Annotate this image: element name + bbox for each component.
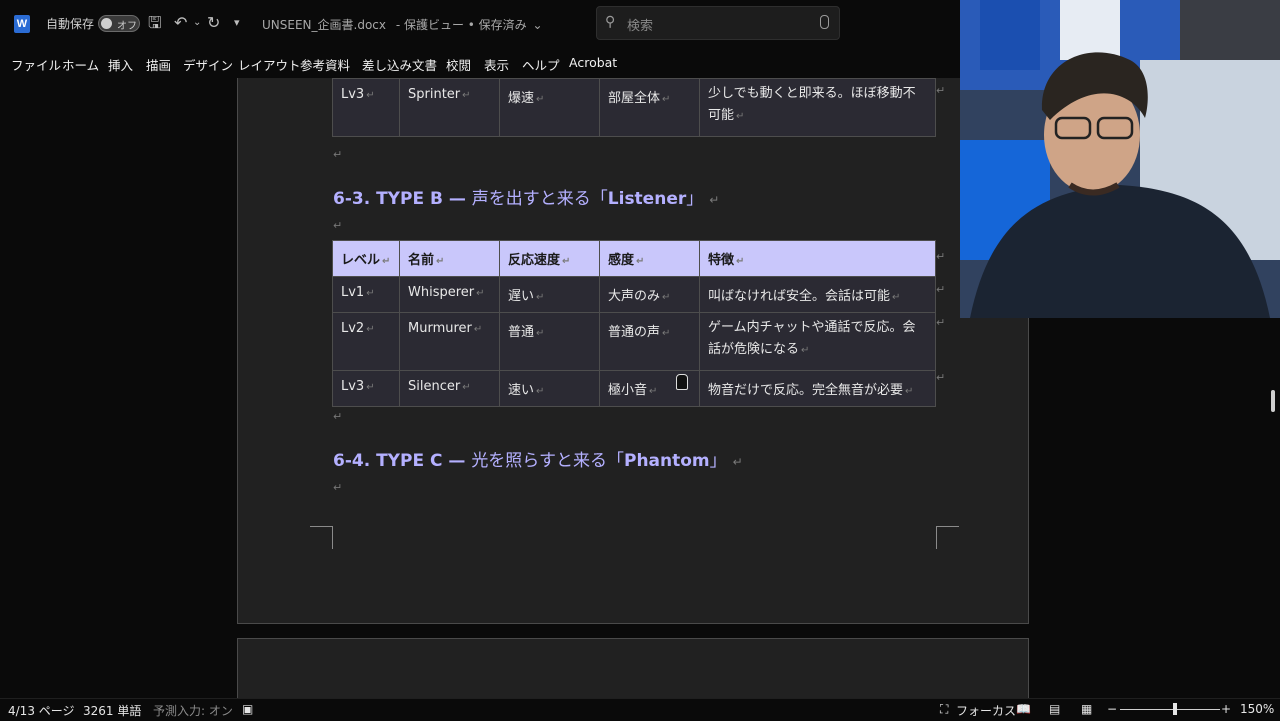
next-document-page[interactable] — [237, 638, 1029, 698]
microphone-icon[interactable] — [820, 15, 829, 29]
focus-icon[interactable]: ⛶ — [940, 702, 948, 717]
status-bar: 4/13 ページ 3261 単語 予測入力: オン ▣ ⛶ フォーカス 📖 ▤ … — [0, 698, 1280, 721]
webcam-overlay — [960, 0, 1280, 318]
zoom-in-icon[interactable]: + — [1221, 702, 1231, 716]
zoom-level[interactable]: 150% — [1240, 702, 1274, 716]
margin-corner-right — [936, 526, 959, 549]
table-cell[interactable]: Lv1 ↵ — [332, 276, 400, 313]
table-header-cell[interactable]: レベル ↵ — [332, 240, 400, 277]
autosave-label: 自動保存 — [46, 17, 95, 31]
section-heading-type-b[interactable]: 6-3. TYPE B — 声を出すと来る「Listener」 ↵ — [333, 184, 719, 209]
table-header-cell[interactable]: 感度 ↵ — [599, 240, 700, 277]
row-end-mark: ↵ — [936, 283, 946, 296]
table-cell[interactable]: 物音だけで反応。完全無音が必要 ↵ — [699, 370, 936, 407]
web-layout-icon[interactable]: ▦ — [1081, 702, 1092, 716]
tab-references[interactable]: 参考資料 — [300, 55, 350, 74]
focus-mode-button[interactable]: フォーカス — [956, 702, 1016, 719]
tab-file[interactable]: ファイル — [11, 55, 61, 74]
row-end-mark: ↵ — [936, 84, 946, 97]
table-cell[interactable]: Silencer ↵ — [399, 370, 500, 407]
table-cell[interactable]: Murmurer ↵ — [399, 312, 500, 371]
table-cell[interactable]: 大声のみ ↵ — [599, 276, 700, 313]
table-cell[interactable]: 普通 ↵ — [499, 312, 600, 371]
page-count[interactable]: 4/13 ページ — [8, 702, 75, 719]
tab-draw[interactable]: 描画 — [146, 55, 171, 74]
table-header-cell[interactable]: 特徴 ↵ — [699, 240, 936, 277]
autosave-state: オフ — [117, 21, 137, 32]
read-mode-icon[interactable]: 📖 — [1016, 702, 1031, 716]
table-cell[interactable]: 速い ↵ — [499, 370, 600, 407]
word-app-icon: W — [14, 15, 30, 33]
undo-dropdown-icon[interactable]: ⌄ — [193, 13, 201, 33]
table-cell[interactable]: ゲーム内チャットや通話で反応。会話が危険になる ↵ — [699, 312, 936, 371]
zoom-slider-thumb[interactable] — [1173, 703, 1177, 715]
table-row: Lv3 ↵ Sprinter ↵ 爆速 ↵ 部屋全体 ↵ 少しでも動くと即来る。ほぼ移動… — [332, 78, 936, 137]
tab-layout[interactable]: レイアウト — [238, 55, 301, 74]
table-cell[interactable]: 部屋全体 ↵ — [599, 78, 700, 137]
tab-review[interactable]: 校閲 — [446, 55, 471, 74]
chevron-down-icon: ⌄ — [532, 18, 543, 32]
tab-help[interactable]: ヘルプ — [522, 55, 560, 74]
undo-icon[interactable]: ↶ — [174, 13, 187, 33]
table-row: Lv2 ↵ Murmurer ↵ 普通 ↵ 普通の声 ↵ ゲーム内チャットや通話で反応。… — [332, 312, 936, 371]
ribbon-tabs: ファイル ホーム 挿入 描画 デザイン レイアウト 参考資料 差し込み文書 校閲… — [0, 48, 960, 78]
search-box[interactable]: ⚲ 検索 — [596, 6, 840, 40]
search-icon: ⚲ — [605, 14, 616, 30]
table-cell[interactable]: Whisperer ↵ — [399, 276, 500, 313]
document-title-area[interactable]: UNSEEN_企画書.docx - 保護ビュー • 保存済み ⌄ — [262, 16, 543, 33]
margin-corner-left — [310, 526, 333, 549]
word-count[interactable]: 3261 単語 — [83, 702, 141, 719]
section-heading-type-c[interactable]: 6-4. TYPE C — 光を照らすと来る「Phantom」 ↵ — [333, 446, 743, 471]
table-cell[interactable]: 少しでも動くと即来る。ほぼ移動不可能 ↵ — [699, 78, 936, 137]
table-cell[interactable]: 普通の声 ↵ — [599, 312, 700, 371]
table-header-row: レベル ↵ 名前 ↵ 反応速度 ↵ 感度 ↵ 特徴 ↵ — [332, 240, 936, 277]
tab-view[interactable]: 表示 — [484, 55, 509, 74]
paragraph-mark: ↵ — [333, 148, 343, 161]
tab-mailings[interactable]: 差し込み文書 — [362, 55, 437, 74]
table-cell[interactable]: 爆速 ↵ — [499, 78, 600, 137]
tab-design[interactable]: デザイン — [183, 55, 233, 74]
accessibility-icon[interactable]: ▣ — [242, 702, 253, 716]
search-placeholder: 検索 — [627, 19, 654, 34]
customize-toolbar-icon[interactable]: ▾ — [234, 13, 240, 33]
mouse-cursor-icon — [676, 374, 688, 390]
paragraph-mark: ↵ — [333, 481, 343, 494]
table-header-cell[interactable]: 名前 ↵ — [399, 240, 500, 277]
zoom-out-icon[interactable]: − — [1107, 702, 1117, 716]
toggle-knob — [101, 18, 112, 29]
vertical-scrollbar-thumb[interactable] — [1271, 390, 1275, 412]
document-status: - 保護ビュー • 保存済み — [395, 18, 527, 32]
document-filename: UNSEEN_企画書.docx — [262, 18, 386, 32]
table-header-cell[interactable]: 反応速度 ↵ — [499, 240, 600, 277]
tab-home[interactable]: ホーム — [62, 55, 99, 74]
print-layout-icon[interactable]: ▤ — [1049, 702, 1060, 716]
table-cell[interactable]: Lv2 ↵ — [332, 312, 400, 371]
row-end-mark: ↵ — [936, 250, 946, 263]
table-cell[interactable]: 叫ばなければ安全。会話は可能 ↵ — [699, 276, 936, 313]
type-b-table: レベル ↵ 名前 ↵ 反応速度 ↵ 感度 ↵ 特徴 ↵ Lv1 ↵ Whisperer ↵ 遅… — [332, 240, 936, 407]
autosave-toggle[interactable]: オフ — [98, 15, 140, 32]
table-row: Lv1 ↵ Whisperer ↵ 遅い ↵ 大声のみ ↵ 叫ばなければ安全。会話は可能… — [332, 276, 936, 313]
title-bar: W 自動保存 オフ 🖫 ↶ ⌄ ↻ ▾ UNSEEN_企画書.docx - 保護… — [0, 0, 960, 48]
table-cell[interactable]: 遅い ↵ — [499, 276, 600, 313]
table-cell[interactable]: Lv3 ↵ — [332, 78, 400, 137]
webcam-image — [960, 0, 1280, 318]
zoom-slider[interactable] — [1120, 709, 1220, 710]
row-end-mark: ↵ — [936, 316, 946, 329]
paragraph-mark: ↵ — [333, 219, 343, 232]
paragraph-mark: ↵ — [333, 410, 343, 423]
predictive-input-status[interactable]: 予測入力: オン — [153, 702, 233, 719]
table-cell[interactable]: Sprinter ↵ — [399, 78, 500, 137]
save-icon[interactable]: 🖫 — [148, 13, 162, 33]
tab-acrobat[interactable]: Acrobat — [569, 55, 617, 70]
redo-icon[interactable]: ↻ — [207, 13, 220, 33]
table-cell[interactable]: Lv3 ↵ — [332, 370, 400, 407]
table-row: Lv3 ↵ Silencer ↵ 速い ↵ 極小音 ↵ 物音だけで反応。完全無音が必要 ↵ — [332, 370, 936, 407]
row-end-mark: ↵ — [936, 371, 946, 384]
type-a-table: Lv3 ↵ Sprinter ↵ 爆速 ↵ 部屋全体 ↵ 少しでも動くと即来る。ほぼ移動… — [332, 78, 936, 137]
tab-insert[interactable]: 挿入 — [108, 55, 133, 74]
